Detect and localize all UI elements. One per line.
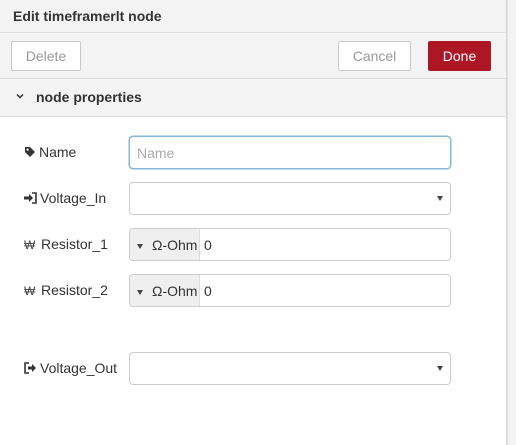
- resistor-2-label: Resistor_2: [41, 282, 108, 298]
- tray-header: Edit timeframerlt node: [0, 0, 506, 33]
- name-label: Name: [39, 144, 77, 160]
- resistor-1-value[interactable]: 0: [204, 237, 212, 253]
- sign-out-icon: [24, 362, 36, 374]
- voltage-in-label-wrap: Voltage_In: [24, 190, 106, 206]
- select-arrow-icon: [437, 196, 443, 201]
- caret-down-icon: [137, 244, 143, 249]
- resistor-2-type-label: Ω-Ohm: [152, 283, 198, 299]
- dialog-title: Edit timeframerlt node: [13, 8, 162, 24]
- caret-down-icon: [137, 290, 143, 295]
- voltage-out-label: Voltage_Out: [40, 360, 118, 376]
- name-label-wrap: Name: [24, 144, 76, 160]
- won-icon: ₩: [24, 284, 36, 299]
- voltage-out-select[interactable]: [129, 352, 451, 385]
- won-icon: ₩: [24, 238, 36, 253]
- resistor-1-label: Resistor_1: [41, 236, 108, 252]
- done-button[interactable]: Done: [428, 41, 491, 71]
- scrollbar[interactable]: [507, 0, 516, 445]
- cancel-button[interactable]: Cancel: [338, 41, 411, 71]
- section-label: node properties: [36, 89, 142, 105]
- name-input[interactable]: Name: [129, 136, 451, 169]
- name-placeholder: Name: [137, 145, 175, 161]
- sign-in-icon: [24, 192, 37, 204]
- tag-icon: [25, 147, 35, 157]
- chevron-down-icon: [16, 93, 24, 99]
- resistor-2-type-selector[interactable]: Ω-Ohm: [130, 275, 200, 306]
- voltage-out-label-wrap: Voltage_Out: [24, 360, 117, 376]
- node-properties-section-header[interactable]: node properties: [0, 79, 506, 117]
- resistor-1-type-label: Ω-Ohm: [152, 237, 198, 253]
- select-arrow-icon: [437, 366, 443, 371]
- name-row: Name Name: [0, 136, 506, 170]
- edit-tray: Edit timeframerlt node Delete Cancel Don…: [0, 0, 507, 445]
- tray-toolbar: Delete Cancel Done: [0, 33, 506, 79]
- resistor-1-row: ₩ Resistor_1 Ω-Ohm 0: [0, 228, 506, 262]
- voltage-in-label: Voltage_In: [40, 190, 107, 206]
- resistor-2-value[interactable]: 0: [204, 283, 212, 299]
- voltage-in-select[interactable]: [129, 182, 451, 215]
- voltage-in-row: Voltage_In: [0, 182, 506, 216]
- resistor-2-row: ₩ Resistor_2 Ω-Ohm 0: [0, 274, 506, 308]
- resistor-1-type-selector[interactable]: Ω-Ohm: [130, 229, 200, 260]
- resistor-1-typed-input[interactable]: Ω-Ohm 0: [129, 228, 451, 261]
- resistor-2-typed-input[interactable]: Ω-Ohm 0: [129, 274, 451, 307]
- delete-button[interactable]: Delete: [11, 41, 81, 71]
- resistor-1-label-wrap: ₩ Resistor_1: [24, 236, 108, 252]
- resistor-2-label-wrap: ₩ Resistor_2: [24, 282, 108, 298]
- voltage-out-row: Voltage_Out: [0, 352, 506, 386]
